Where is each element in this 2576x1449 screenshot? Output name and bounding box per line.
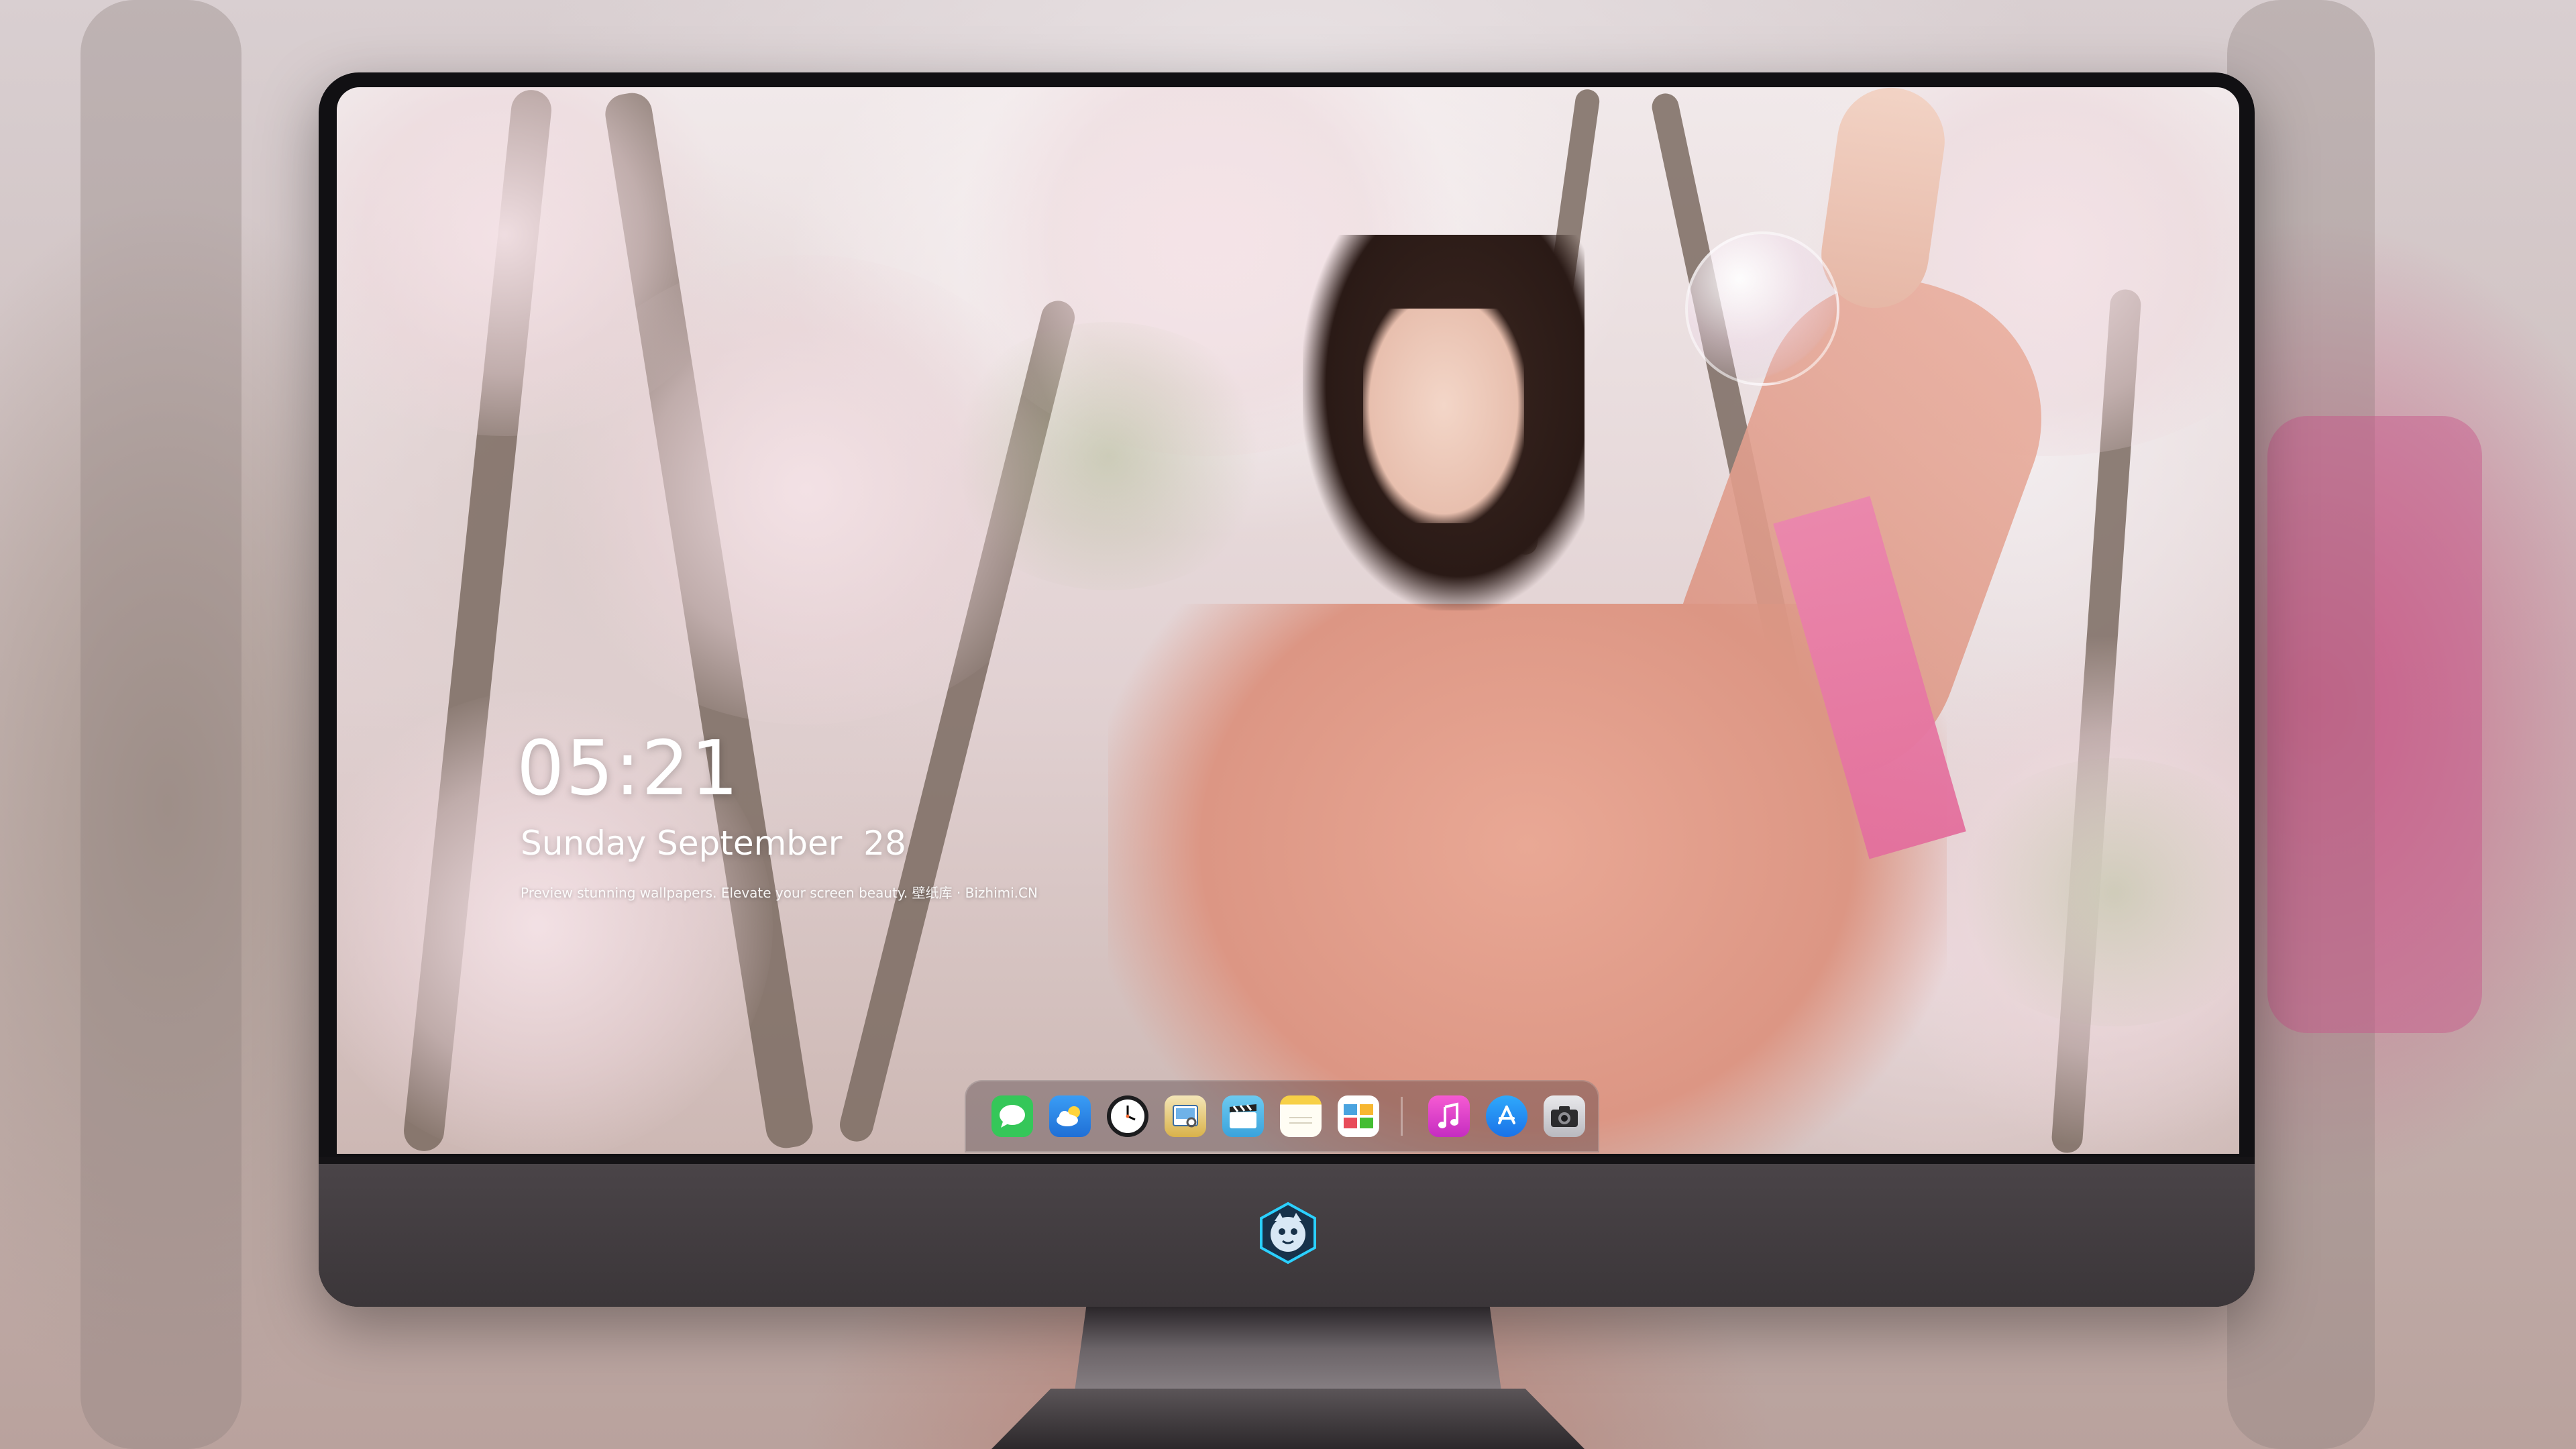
brand-logo-icon	[1256, 1201, 1320, 1265]
background-pink-tag	[2267, 416, 2482, 1033]
messages-icon[interactable]	[991, 1095, 1033, 1137]
lock-screen-time: 05:21	[517, 725, 740, 812]
weather-icon[interactable]	[1049, 1095, 1091, 1137]
wallpaper-subject-face	[1363, 309, 1524, 523]
dock	[965, 1080, 1599, 1152]
wallpaper-foliage	[941, 322, 1276, 590]
music-icon[interactable]	[1428, 1095, 1470, 1137]
photo-booth-icon[interactable]	[1338, 1095, 1379, 1137]
monitor-stand-neck	[1073, 1307, 1503, 1401]
camera-icon[interactable]	[1544, 1095, 1585, 1137]
preview-icon[interactable]	[1165, 1095, 1206, 1137]
desktop-screen	[337, 87, 2239, 1154]
wind-chime	[1685, 231, 1839, 386]
wallpaper-tagline: Preview stunning wallpapers. Elevate you…	[521, 885, 1038, 901]
background-tree-trunk	[80, 0, 241, 1449]
dock-separator	[1401, 1097, 1403, 1136]
lock-screen-date: Sunday September 28	[521, 824, 906, 863]
clock-icon[interactable]	[1107, 1095, 1148, 1137]
clips-icon[interactable]	[1222, 1095, 1264, 1137]
monitor-stand-base	[991, 1389, 1585, 1449]
notes-icon[interactable]	[1280, 1095, 1322, 1137]
app-store-icon[interactable]	[1486, 1095, 1527, 1137]
